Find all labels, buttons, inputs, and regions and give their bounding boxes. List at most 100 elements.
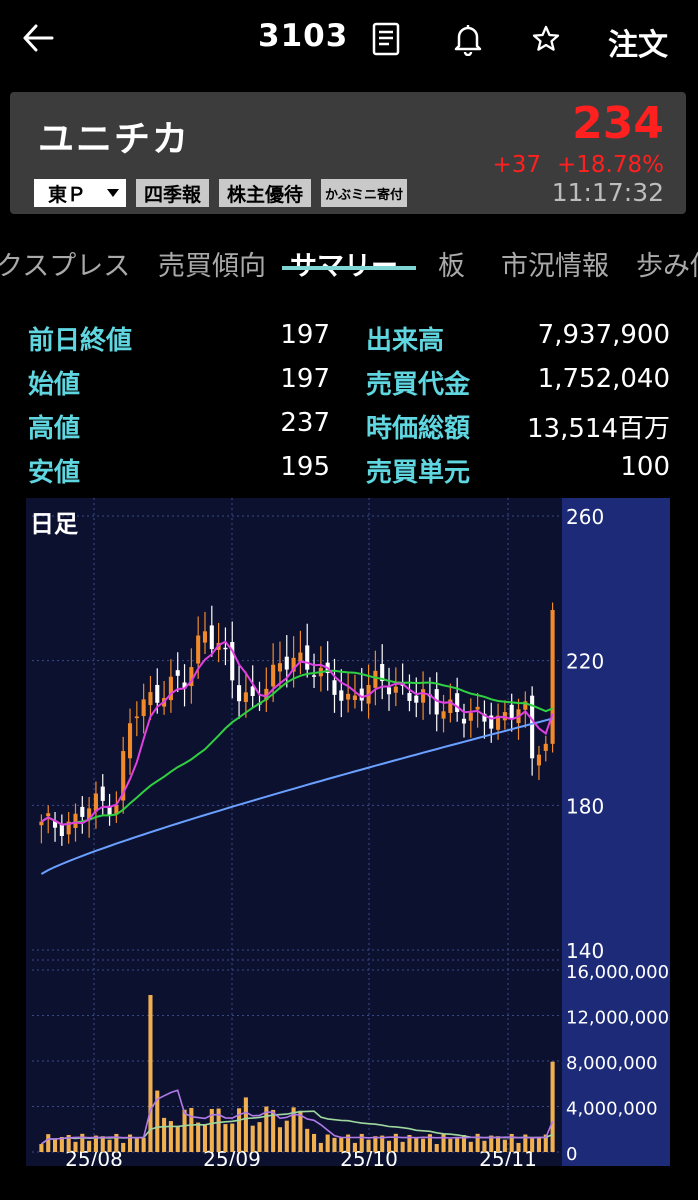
summary-value: 195 xyxy=(280,452,330,482)
summary-label: 安値 xyxy=(28,458,81,488)
volume-bar xyxy=(87,1140,92,1152)
price-tick-label: 140 xyxy=(566,939,604,963)
candle-body xyxy=(468,712,473,721)
tab-board[interactable]: 板 xyxy=(438,244,465,283)
candle-body xyxy=(536,754,542,766)
chart-canvas: 260 220 180 14016,000,000 12,000,000 8,000,00… xyxy=(32,498,670,1166)
volume-bar xyxy=(550,1061,555,1152)
candle-body xyxy=(243,692,248,703)
summary-value: 13,514百万 xyxy=(527,414,670,444)
tab-tick[interactable]: 歩み値 xyxy=(636,244,698,283)
current-price: 234 xyxy=(572,98,664,149)
candle-body xyxy=(196,635,201,664)
price-tick-label: 260 xyxy=(566,505,604,529)
volume-bar xyxy=(414,1137,419,1152)
ma-long-line xyxy=(40,717,553,875)
back-arrow-icon[interactable] xyxy=(18,18,58,58)
volume-bar xyxy=(202,1125,208,1152)
volume-bar xyxy=(468,1141,473,1152)
candle-body xyxy=(39,821,44,826)
candle-body xyxy=(509,704,514,719)
candle-body xyxy=(332,680,337,695)
volume-bar xyxy=(400,1141,405,1152)
volume-bar xyxy=(366,1139,371,1152)
dropdown-triangle-icon xyxy=(107,189,119,197)
volume-bar xyxy=(223,1124,228,1152)
market-select[interactable]: 東Ｐ xyxy=(34,179,126,207)
candle-body xyxy=(305,645,310,670)
tab-trade-trend[interactable]: 売買傾向 xyxy=(158,244,266,283)
candle-body xyxy=(237,685,242,702)
volume-bar xyxy=(352,1142,357,1152)
summary-value: 237 xyxy=(280,408,330,438)
candle-body xyxy=(46,813,51,817)
candle-body xyxy=(134,716,139,719)
summary-value: 1,752,040 xyxy=(537,364,670,394)
tab-express[interactable]: クスプレス xyxy=(0,244,130,283)
tab-summary[interactable]: サマリー xyxy=(290,244,398,283)
ticker-code: 3103 xyxy=(258,18,349,54)
candle-body xyxy=(352,695,357,701)
volume-bar xyxy=(373,1136,378,1152)
candle-body xyxy=(393,686,398,693)
summary-value: 7,937,900 xyxy=(537,320,670,350)
summary-label: 売買代金 xyxy=(366,370,471,400)
candle-body xyxy=(127,723,133,759)
summary-value: 100 xyxy=(620,452,670,482)
volume-bar xyxy=(257,1122,262,1152)
order-button[interactable]: 注文 xyxy=(608,20,668,64)
summary-row: 始値 197 売買代金 1,752,040 xyxy=(0,364,698,404)
volume-bar xyxy=(434,1144,439,1152)
volume-tick-label: 12,000,000 xyxy=(566,1008,669,1029)
shareholder-benefit-badge[interactable]: 株主優待 xyxy=(219,179,312,207)
volume-tick-label: 0 xyxy=(566,1144,577,1165)
summary-value: 197 xyxy=(280,320,330,350)
star-icon[interactable] xyxy=(527,20,565,58)
tab-market-info[interactable]: 市況情報 xyxy=(501,244,609,283)
candle-body xyxy=(407,692,412,701)
price-change: +37 +18.78% xyxy=(476,152,664,178)
price-chart[interactable]: 260 220 180 140 16,000,000 12,000,000 8,000,00… xyxy=(26,498,670,1166)
candle-body xyxy=(461,718,467,724)
summary-label: 高値 xyxy=(28,414,81,444)
volume-bar xyxy=(318,1142,323,1152)
quote-time: 11:17:32 xyxy=(551,178,664,207)
volume-bar xyxy=(243,1097,248,1152)
volume-bar xyxy=(271,1109,276,1152)
top-bar: 3103 注文 xyxy=(0,0,698,80)
kabumini-badge[interactable]: かぶミニ寄付 xyxy=(321,179,408,207)
candle-body xyxy=(73,813,78,828)
volume-tick-label: 8,000,000 xyxy=(566,1053,658,1074)
candle-body xyxy=(339,690,344,701)
summary-label: 時価総額 xyxy=(366,414,471,444)
volume-bar xyxy=(386,1140,392,1152)
change-amount: +37 xyxy=(492,152,542,178)
summary-label: 始値 xyxy=(28,370,81,400)
candle-body xyxy=(107,807,112,816)
candle-body xyxy=(202,631,208,643)
candle-body xyxy=(346,693,351,700)
bell-icon[interactable] xyxy=(449,20,487,58)
shikiho-badge[interactable]: 四季報 xyxy=(136,179,210,207)
volume-bar xyxy=(250,1125,255,1152)
volume-bar xyxy=(536,1137,542,1152)
summary-label: 売買単元 xyxy=(366,458,471,488)
price-tick-label: 220 xyxy=(566,650,604,674)
chart-period-label: 日足 xyxy=(30,510,78,538)
ma-short-line xyxy=(40,640,554,826)
volume-bar xyxy=(530,1137,535,1152)
document-icon[interactable] xyxy=(367,20,405,58)
candle-body xyxy=(148,692,153,706)
tab-bar: クスプレス 売買傾向 サマリー 板 市況情報 歩み値 xyxy=(0,228,698,298)
candle-body xyxy=(421,689,426,703)
candle-body xyxy=(155,684,160,703)
volume-bar xyxy=(332,1137,337,1152)
volume-bar xyxy=(496,1136,501,1152)
market-label: 東Ｐ xyxy=(48,183,87,206)
active-tab-indicator xyxy=(282,266,416,270)
volume-bar xyxy=(284,1120,289,1152)
volume-bar xyxy=(39,1144,44,1152)
candle-body xyxy=(373,670,378,688)
summary-row: 前日終値 197 出来高 7,937,900 xyxy=(0,320,698,360)
volume-bar xyxy=(339,1137,344,1152)
